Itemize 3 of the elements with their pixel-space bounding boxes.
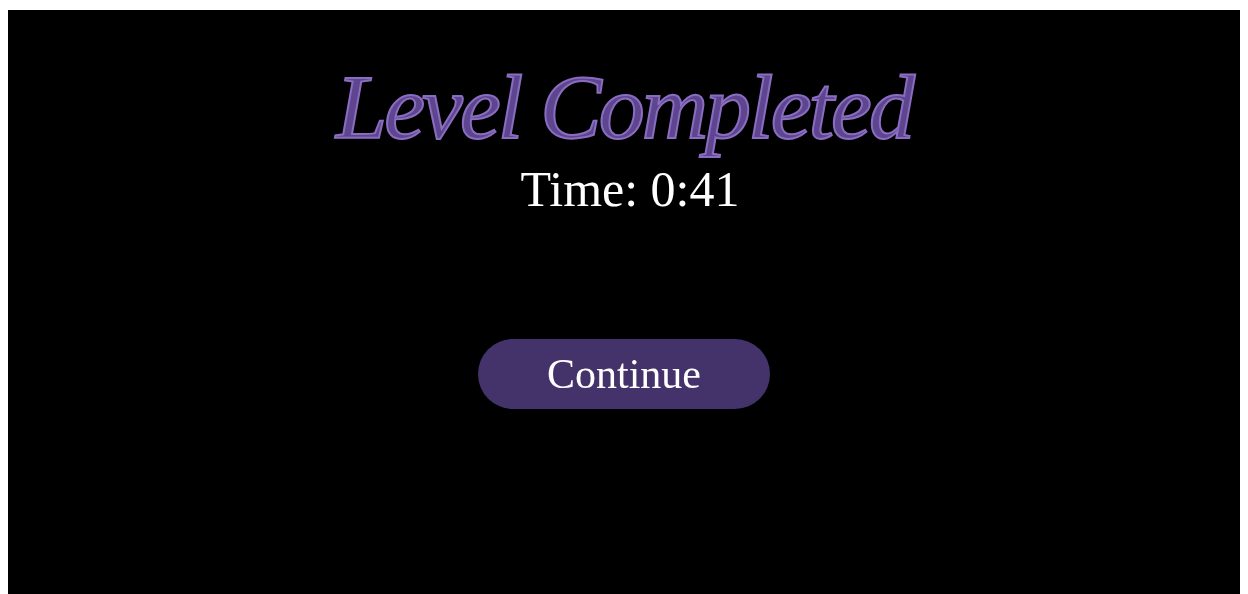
time-text: Time: 0:41 <box>519 161 740 217</box>
continue-button[interactable]: Continue <box>478 338 770 409</box>
level-completed-title: Level Completed <box>334 55 915 160</box>
